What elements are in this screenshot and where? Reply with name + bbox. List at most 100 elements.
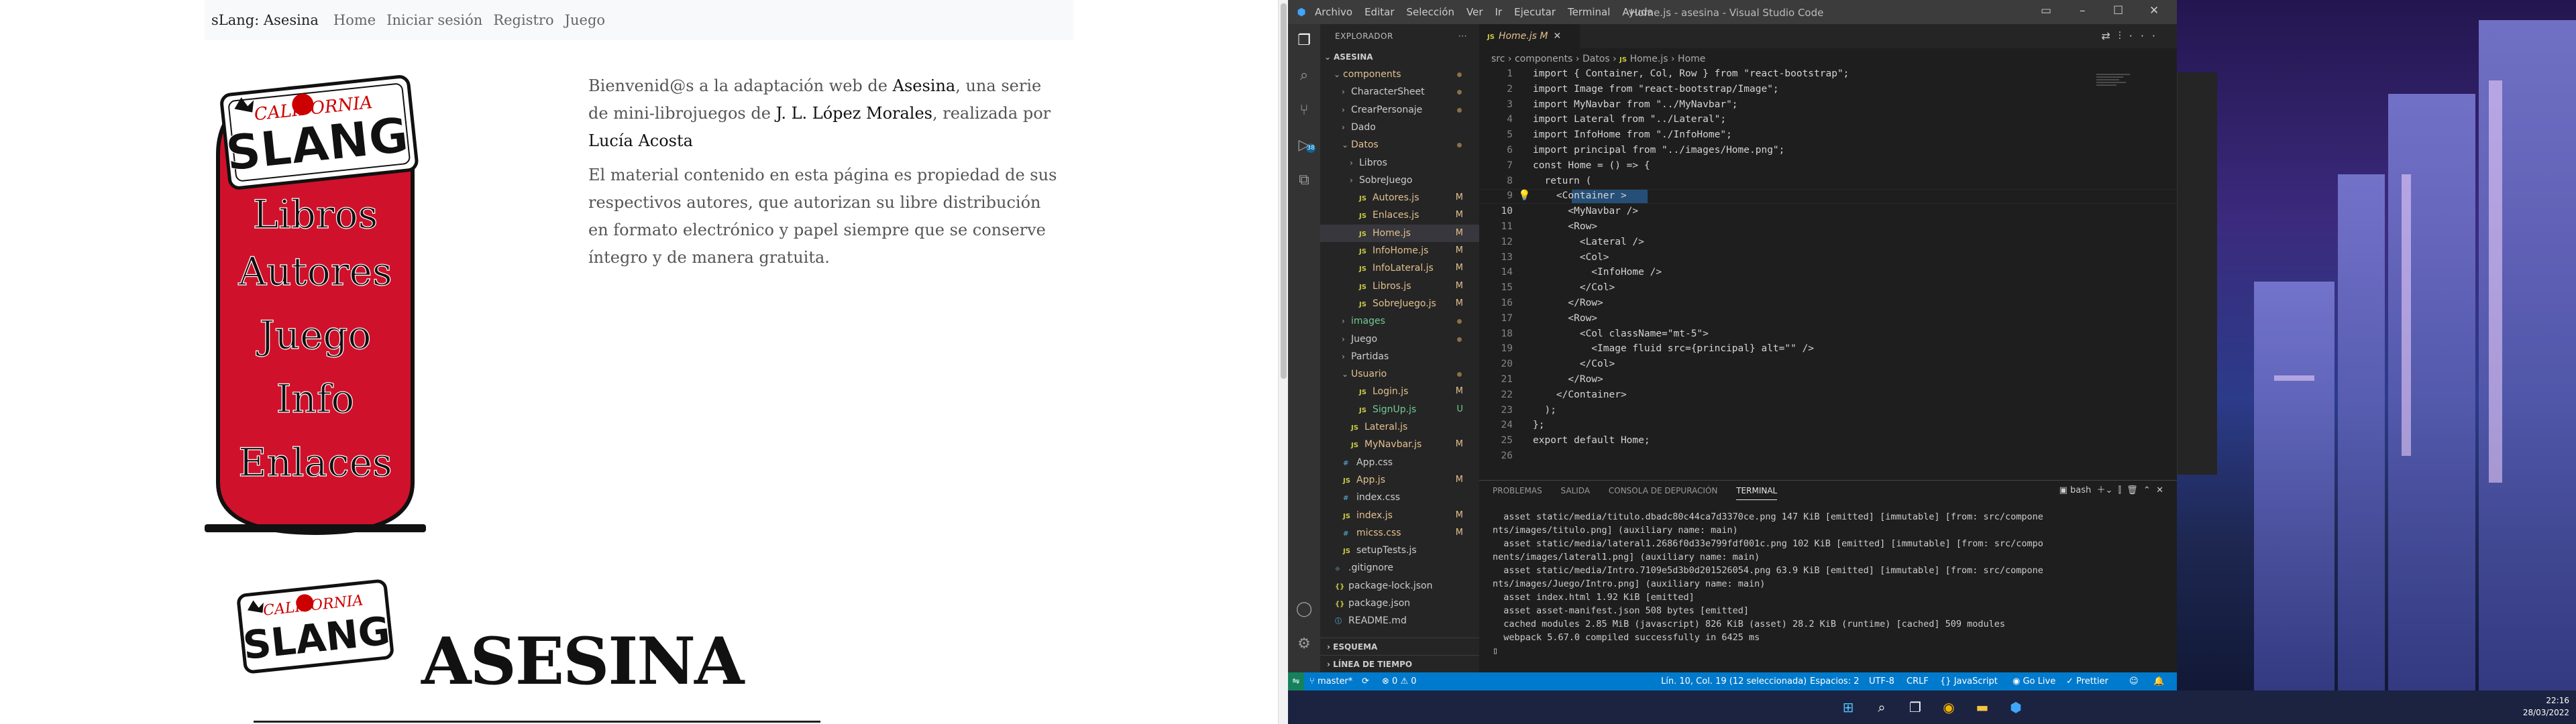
nav-link-home[interactable]: Home <box>333 12 376 28</box>
tree-file[interactable]: JS setupTests.js <box>1320 542 1479 559</box>
outline-panel[interactable]: › ESQUEMA <box>1320 638 1479 655</box>
search-icon[interactable]: ⌕ <box>1295 67 1313 84</box>
start-icon[interactable]: ⊞ <box>1837 697 1859 718</box>
tree-file[interactable]: JS Libros.js M <box>1320 278 1479 295</box>
menu-ver[interactable]: Ver <box>1466 6 1483 18</box>
sync-icon[interactable]: ⟳ <box>1362 672 1369 690</box>
tree-file[interactable]: JS InfoLateral.js M <box>1320 259 1479 277</box>
tree-folder[interactable]: › SobreJuego <box>1320 172 1479 189</box>
tree-file[interactable]: {} package.json <box>1320 595 1479 612</box>
tree-file[interactable]: ◆ .gitignore <box>1320 559 1479 577</box>
settings-gear-icon[interactable]: ⚙ <box>1295 636 1313 653</box>
more-actions-icon[interactable]: ··· <box>1458 24 1467 48</box>
encoding[interactable]: UTF-8 <box>1869 672 1894 690</box>
tree-folder[interactable]: › Juego <box>1320 330 1479 348</box>
tree-folder[interactable]: › images <box>1320 312 1479 330</box>
explorer-icon[interactable]: ❐ <box>1295 32 1313 50</box>
tree-file[interactable]: JS MyNavbar.js M <box>1320 436 1479 453</box>
nav-link-game[interactable]: Juego <box>565 12 605 28</box>
tree-file[interactable]: JS SobreJuego.js M <box>1320 295 1479 312</box>
crumb-symbol[interactable]: Home <box>1678 54 1705 64</box>
terminal-output[interactable]: asset static/media/titulo.dbadc80c44ca7d… <box>1493 510 2170 658</box>
minimap[interactable] <box>2096 72 2137 99</box>
nav-link-register[interactable]: Registro <box>493 12 553 28</box>
lightbulb-icon[interactable]: 💡 <box>1518 189 1531 201</box>
go-live-button[interactable]: ◉ Go Live <box>2012 672 2055 690</box>
menu-editar[interactable]: Editar <box>1364 6 1394 18</box>
banner-link-info[interactable]: Info <box>276 375 355 422</box>
notifications-icon[interactable]: 🔔 <box>2153 672 2164 690</box>
panel-tab-terminal[interactable]: TERMINAL <box>1736 482 1778 500</box>
tree-file[interactable]: JS index.js M <box>1320 507 1479 524</box>
banner-link-autores[interactable]: Autores <box>237 248 392 294</box>
language-mode[interactable]: {} JavaScript <box>1940 672 1998 690</box>
tab-home-js[interactable]: JS Home.js M ✕ <box>1479 24 1580 48</box>
tab-close-icon[interactable]: ✕ <box>1553 31 1561 42</box>
split-terminal-icon[interactable]: ⫿ <box>2118 485 2121 495</box>
new-terminal-button[interactable]: ＋⌄ <box>2097 485 2113 495</box>
project-root[interactable]: ⌄ ASESINA <box>1320 48 1479 66</box>
menu-archivo[interactable]: Archivo <box>1315 6 1352 18</box>
vscode-taskbar-icon[interactable]: ⬢ <box>2005 697 2027 718</box>
page-scrollbar[interactable] <box>1278 0 1288 724</box>
indentation[interactable]: Espacios: 2 <box>1810 672 1859 690</box>
banner-link-juego[interactable]: Juego <box>256 312 372 358</box>
line-ending[interactable]: CRLF <box>1907 672 1929 690</box>
feedback-icon[interactable]: ☺ <box>2129 672 2139 690</box>
cursor-position[interactable]: Lín. 10, Col. 19 (12 seleccionada) <box>1661 672 1807 690</box>
system-clock[interactable]: 22:16 28/03/2022 <box>2523 695 2569 719</box>
layout-icon[interactable]: ▭ <box>2041 4 2051 17</box>
close-panel-icon[interactable]: ✕ <box>2156 485 2163 495</box>
file-explorer-icon[interactable]: ▬ <box>1972 697 1993 718</box>
tree-file[interactable]: # App.css <box>1320 454 1479 471</box>
minimize-button[interactable]: – <box>2080 4 2086 17</box>
tree-folder[interactable]: › Dado <box>1320 119 1479 136</box>
scrollbar-thumb[interactable] <box>1281 3 1287 379</box>
close-button[interactable]: ✕ <box>2149 4 2159 17</box>
extensions-icon[interactable]: ⧉ <box>1295 172 1313 189</box>
panel-tab-debug-console[interactable]: CONSOLA DE DEPURACIÓN <box>1609 481 1718 501</box>
tree-file[interactable]: # micss.css M <box>1320 524 1479 542</box>
crumb-components[interactable]: components <box>1515 54 1573 64</box>
tree-file[interactable]: JS Home.js M <box>1320 224 1479 242</box>
task-view-icon[interactable]: ❐ <box>1904 697 1926 718</box>
tree-file[interactable]: JS Autores.js M <box>1320 189 1479 206</box>
menu-ir[interactable]: Ir <box>1495 6 1503 18</box>
maximize-panel-icon[interactable]: ⌃ <box>2143 485 2151 495</box>
tree-folder[interactable]: ⌄ Usuario <box>1320 365 1479 383</box>
timeline-panel[interactable]: › LÍNEA DE TIEMPO <box>1320 655 1479 672</box>
tree-file[interactable]: ⓘ README.md <box>1320 612 1479 629</box>
trash-icon[interactable]: 🗑 <box>2127 485 2138 495</box>
remote-icon[interactable]: ⇋ <box>1288 672 1304 690</box>
editor-actions[interactable]: ⇄⫶··· <box>2101 29 2163 43</box>
tree-file[interactable]: JS SignUp.js U <box>1320 401 1479 418</box>
tree-folder[interactable]: ⌄ Datos <box>1320 136 1479 154</box>
search-icon[interactable]: ⌕ <box>1871 697 1892 718</box>
chrome-icon[interactable]: ◉ <box>1938 697 1960 718</box>
problems-indicator[interactable]: ⊗ 0 ⚠ 0 <box>1382 672 1417 690</box>
tree-folder[interactable]: › Libros <box>1320 154 1479 172</box>
maximize-button[interactable]: ☐ <box>2113 4 2123 17</box>
tree-file[interactable]: # index.css <box>1320 489 1479 506</box>
panel-tab-output[interactable]: SALIDA <box>1561 481 1591 501</box>
crumb-file[interactable]: Home.js <box>1630 54 1668 64</box>
crumb-datos[interactable]: Datos <box>1582 54 1610 64</box>
branch-indicator[interactable]: ⑂ master* <box>1309 672 1352 690</box>
tree-file[interactable]: JS App.js M <box>1320 471 1479 489</box>
tree-file[interactable]: JS Enlaces.js M <box>1320 206 1479 224</box>
account-icon[interactable]: ◯ <box>1295 601 1313 618</box>
nav-link-login[interactable]: Iniciar sesión <box>386 12 482 28</box>
prettier-button[interactable]: ✓ Prettier <box>2066 672 2108 690</box>
tree-file[interactable]: JS Lateral.js <box>1320 418 1479 436</box>
menu-seleccion[interactable]: Selección <box>1407 6 1455 18</box>
tree-folder[interactable]: › Partidas <box>1320 348 1479 365</box>
menu-terminal[interactable]: Terminal <box>1568 6 1610 18</box>
panel-tab-problems[interactable]: PROBLEMAS <box>1493 481 1542 501</box>
source-control-icon[interactable]: ⑂ <box>1295 102 1313 119</box>
run-debug-icon[interactable]: ▷ <box>1295 137 1313 154</box>
menu-ejecutar[interactable]: Ejecutar <box>1514 6 1556 18</box>
tree-folder[interactable]: ⌄ components <box>1320 66 1479 83</box>
banner-link-enlaces[interactable]: Enlaces <box>238 439 393 485</box>
banner-link-libros[interactable]: Libros <box>252 191 378 237</box>
tree-folder[interactable]: › CharacterSheet <box>1320 83 1479 101</box>
